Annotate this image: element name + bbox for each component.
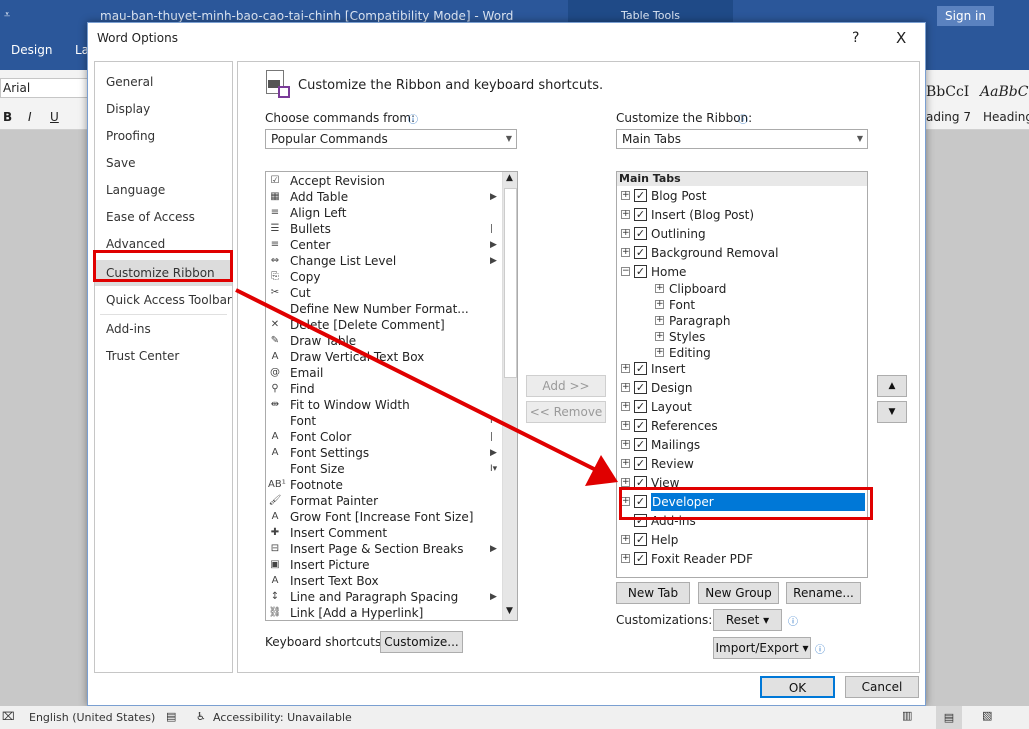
print-layout-icon[interactable]: ▤ bbox=[936, 706, 962, 729]
language-status[interactable]: English (United States) bbox=[29, 711, 155, 724]
accessibility-status[interactable]: Accessibility: Unavailable bbox=[213, 711, 352, 724]
spelling-icon[interactable]: ⌧ bbox=[2, 710, 15, 723]
annotation-arrow bbox=[235, 288, 618, 486]
status-bar: ⌧ English (United States) ▤ ♿ Accessibil… bbox=[0, 706, 1029, 729]
read-mode-icon[interactable]: ▥ bbox=[902, 709, 912, 722]
arrow-line bbox=[235, 288, 597, 472]
arrow-head bbox=[585, 455, 618, 486]
accessibility-icon: ♿ bbox=[196, 710, 206, 723]
web-layout-icon[interactable]: ▧ bbox=[982, 709, 992, 722]
macro-icon[interactable]: ▤ bbox=[166, 710, 176, 723]
